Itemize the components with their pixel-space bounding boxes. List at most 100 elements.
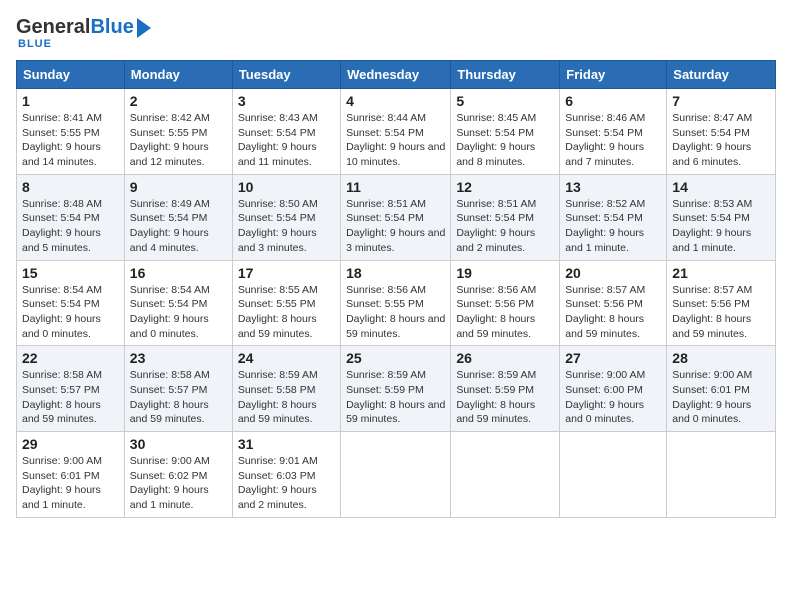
calendar-week-row: 8Sunrise: 8:48 AMSunset: 5:54 PMDaylight… — [17, 174, 776, 260]
calendar-cell: 30 Sunrise: 9:00 AMSunset: 6:02 PMDayligh… — [124, 432, 232, 518]
day-info: Sunrise: 8:58 AMSunset: 5:57 PMDaylight:… — [130, 368, 227, 427]
calendar-table: SundayMondayTuesdayWednesdayThursdayFrid… — [16, 60, 776, 518]
calendar-cell: 8Sunrise: 8:48 AMSunset: 5:54 PMDaylight… — [17, 174, 125, 260]
calendar-cell: 13 Sunrise: 8:52 AMSunset: 5:54 PMDayligh… — [560, 174, 667, 260]
weekday-header: Tuesday — [232, 61, 340, 89]
day-number: 25 — [346, 350, 445, 366]
day-info: Sunrise: 8:51 AMSunset: 5:54 PMDaylight:… — [346, 197, 445, 256]
day-info: Sunrise: 8:55 AMSunset: 5:55 PMDaylight:… — [238, 283, 335, 342]
day-info: Sunrise: 8:59 AMSunset: 5:59 PMDaylight:… — [346, 368, 445, 427]
logo-general-text: General — [16, 16, 90, 38]
calendar-cell: 1 Sunrise: 8:41 AMSunset: 5:55 PMDaylight… — [17, 89, 125, 175]
calendar-cell: 25 Sunrise: 8:59 AMSunset: 5:59 PMDayligh… — [341, 346, 451, 432]
day-number: 9 — [130, 179, 227, 195]
weekday-header: Saturday — [667, 61, 776, 89]
logo: GeneralBlue BLUE — [16, 16, 151, 50]
calendar-week-row: 29Sunrise: 9:00 AMSunset: 6:01 PMDayligh… — [17, 432, 776, 518]
day-number: 14 — [672, 179, 770, 195]
weekday-header: Friday — [560, 61, 667, 89]
day-number: 16 — [130, 265, 227, 281]
day-number: 3 — [238, 93, 335, 109]
day-info: Sunrise: 8:47 AMSunset: 5:54 PMDaylight:… — [672, 111, 770, 170]
weekday-header: Sunday — [17, 61, 125, 89]
calendar-cell: 10 Sunrise: 8:50 AMSunset: 5:54 PMDayligh… — [232, 174, 340, 260]
day-number: 12 — [456, 179, 554, 195]
calendar-cell: 16 Sunrise: 8:54 AMSunset: 5:54 PMDayligh… — [124, 260, 232, 346]
day-number: 23 — [130, 350, 227, 366]
day-number: 10 — [238, 179, 335, 195]
day-number: 6 — [565, 93, 661, 109]
calendar-cell: 24Sunrise: 8:59 AMSunset: 5:58 PMDayligh… — [232, 346, 340, 432]
day-number: 13 — [565, 179, 661, 195]
calendar-cell: 20Sunrise: 8:57 AMSunset: 5:56 PMDayligh… — [560, 260, 667, 346]
day-number: 24 — [238, 350, 335, 366]
calendar-cell: 11 Sunrise: 8:51 AMSunset: 5:54 PMDayligh… — [341, 174, 451, 260]
day-number: 28 — [672, 350, 770, 366]
calendar-week-row: 22 Sunrise: 8:58 AMSunset: 5:57 PMDayligh… — [17, 346, 776, 432]
day-info: Sunrise: 8:44 AMSunset: 5:54 PMDaylight:… — [346, 111, 445, 170]
day-number: 15 — [22, 265, 119, 281]
calendar-header-row: SundayMondayTuesdayWednesdayThursdayFrid… — [17, 61, 776, 89]
calendar-cell: 15Sunrise: 8:54 AMSunset: 5:54 PMDayligh… — [17, 260, 125, 346]
day-info: Sunrise: 9:00 AMSunset: 6:00 PMDaylight:… — [565, 368, 661, 427]
day-info: Sunrise: 8:45 AMSunset: 5:54 PMDaylight:… — [456, 111, 554, 170]
calendar-cell: 23 Sunrise: 8:58 AMSunset: 5:57 PMDayligh… — [124, 346, 232, 432]
calendar-week-row: 1 Sunrise: 8:41 AMSunset: 5:55 PMDaylight… — [17, 89, 776, 175]
day-info: Sunrise: 8:54 AMSunset: 5:54 PMDaylight:… — [130, 283, 227, 342]
header: GeneralBlue BLUE — [16, 16, 776, 50]
day-info: Sunrise: 8:59 AMSunset: 5:59 PMDaylight:… — [456, 368, 554, 427]
calendar-cell — [451, 432, 560, 518]
weekday-header: Monday — [124, 61, 232, 89]
calendar-cell: 3 Sunrise: 8:43 AMSunset: 5:54 PMDaylight… — [232, 89, 340, 175]
day-number: 30 — [130, 436, 227, 452]
calendar-week-row: 15 Sunrise: 8:54 AMSunset: 5:54 PMDayligh… — [17, 260, 776, 346]
day-info: Sunrise: 8:41 AMSunset: 5:55 PMDaylight:… — [22, 111, 119, 170]
day-info: Sunrise: 8:57 AMSunset: 5:56 PMDaylight:… — [672, 283, 770, 342]
logo-blue-text: Blue — [90, 16, 133, 38]
day-info: Sunrise: 8:58 AMSunset: 5:57 PMDaylight:… — [22, 368, 119, 427]
weekday-header: Thursday — [451, 61, 560, 89]
day-info: Sunrise: 9:00 AMSunset: 6:01 PMDaylight:… — [672, 368, 770, 427]
day-info: Sunrise: 8:52 AMSunset: 5:54 PMDaylight:… — [565, 197, 661, 256]
calendar-cell: 2 Sunrise: 8:42 AMSunset: 5:55 PMDaylight… — [124, 89, 232, 175]
calendar-cell: 12Sunrise: 8:51 AMSunset: 5:54 PMDayligh… — [451, 174, 560, 260]
calendar-cell — [560, 432, 667, 518]
day-number: 27 — [565, 350, 661, 366]
day-info: Sunrise: 8:43 AMSunset: 5:54 PMDaylight:… — [238, 111, 335, 170]
day-number: 22 — [22, 350, 119, 366]
calendar-cell: 19Sunrise: 8:56 AMSunset: 5:56 PMDayligh… — [451, 260, 560, 346]
day-info: Sunrise: 9:00 AMSunset: 6:02 PMDaylight:… — [130, 454, 227, 513]
calendar-cell: 29Sunrise: 9:00 AMSunset: 6:01 PMDayligh… — [17, 432, 125, 518]
calendar-cell: 31Sunrise: 9:01 AMSunset: 6:03 PMDayligh… — [232, 432, 340, 518]
day-number: 19 — [456, 265, 554, 281]
day-number: 11 — [346, 179, 445, 195]
calendar-cell: 9 Sunrise: 8:49 AMSunset: 5:54 PMDaylight… — [124, 174, 232, 260]
calendar-cell: 7 Sunrise: 8:47 AMSunset: 5:54 PMDaylight… — [667, 89, 776, 175]
calendar-cell — [341, 432, 451, 518]
calendar-cell: 28 Sunrise: 9:00 AMSunset: 6:01 PMDayligh… — [667, 346, 776, 432]
calendar-cell: 26Sunrise: 8:59 AMSunset: 5:59 PMDayligh… — [451, 346, 560, 432]
day-number: 2 — [130, 93, 227, 109]
calendar-cell: 17Sunrise: 8:55 AMSunset: 5:55 PMDayligh… — [232, 260, 340, 346]
calendar-cell: 6 Sunrise: 8:46 AMSunset: 5:54 PMDaylight… — [560, 89, 667, 175]
weekday-header: Wednesday — [341, 61, 451, 89]
day-info: Sunrise: 8:46 AMSunset: 5:54 PMDaylight:… — [565, 111, 661, 170]
logo-arrow-icon — [137, 18, 151, 38]
calendar-cell: 14 Sunrise: 8:53 AMSunset: 5:54 PMDayligh… — [667, 174, 776, 260]
day-number: 7 — [672, 93, 770, 109]
calendar-cell: 22 Sunrise: 8:58 AMSunset: 5:57 PMDayligh… — [17, 346, 125, 432]
calendar-cell: 27 Sunrise: 9:00 AMSunset: 6:00 PMDayligh… — [560, 346, 667, 432]
day-info: Sunrise: 8:53 AMSunset: 5:54 PMDaylight:… — [672, 197, 770, 256]
day-number: 29 — [22, 436, 119, 452]
day-number: 1 — [22, 93, 119, 109]
day-number: 31 — [238, 436, 335, 452]
calendar-cell: 21Sunrise: 8:57 AMSunset: 5:56 PMDayligh… — [667, 260, 776, 346]
day-info: Sunrise: 8:42 AMSunset: 5:55 PMDaylight:… — [130, 111, 227, 170]
calendar-cell: 18Sunrise: 8:56 AMSunset: 5:55 PMDayligh… — [341, 260, 451, 346]
day-number: 4 — [346, 93, 445, 109]
day-info: Sunrise: 8:49 AMSunset: 5:54 PMDaylight:… — [130, 197, 227, 256]
calendar-cell: 4 Sunrise: 8:44 AMSunset: 5:54 PMDaylight… — [341, 89, 451, 175]
day-number: 8 — [22, 179, 119, 195]
day-info: Sunrise: 8:56 AMSunset: 5:55 PMDaylight:… — [346, 283, 445, 342]
day-info: Sunrise: 8:50 AMSunset: 5:54 PMDaylight:… — [238, 197, 335, 256]
